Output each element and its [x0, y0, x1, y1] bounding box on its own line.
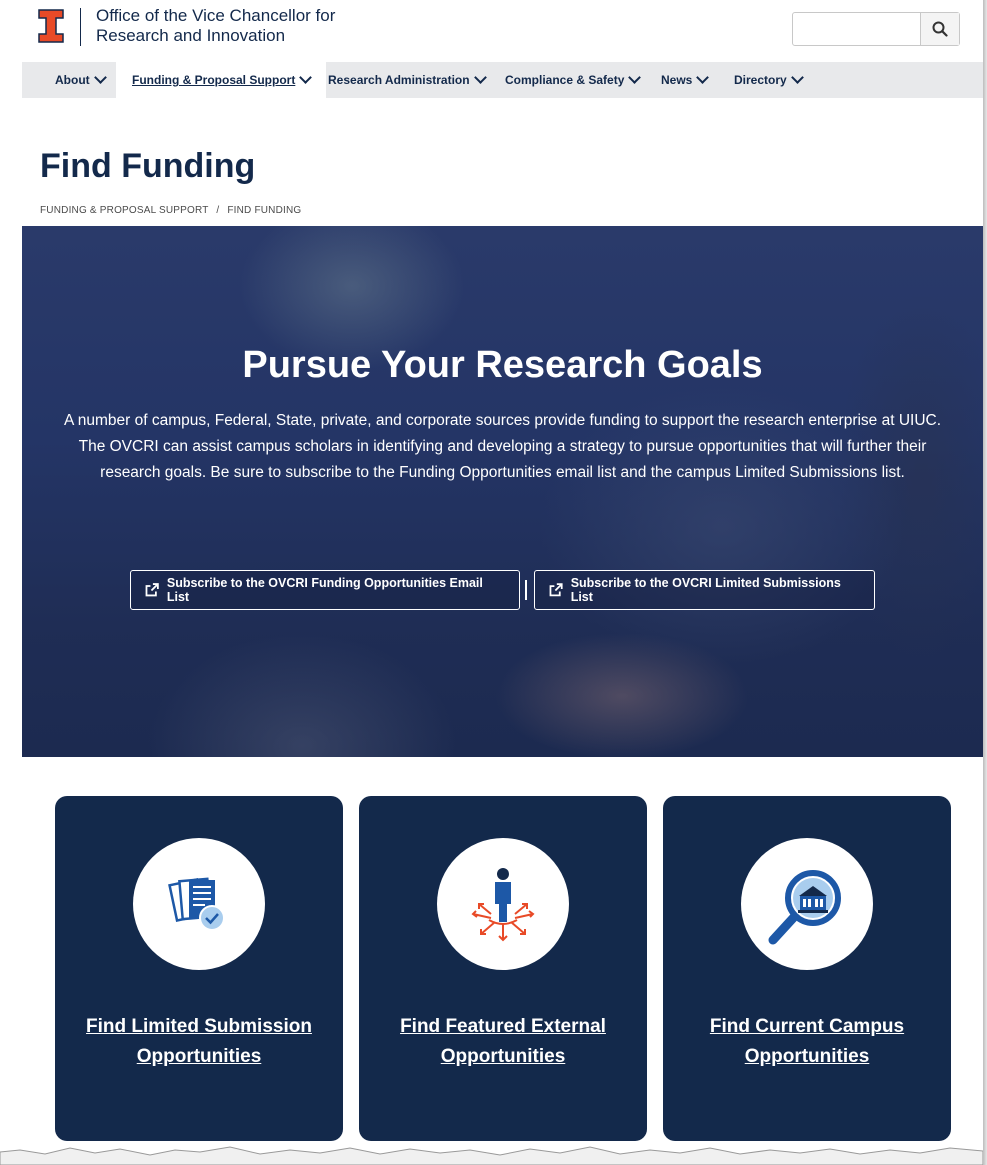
- card-icon-circle: [133, 838, 265, 970]
- breadcrumb-separator: /: [216, 205, 220, 216]
- page-title: Find Funding: [40, 147, 256, 185]
- search-button[interactable]: [920, 13, 959, 45]
- documents-check-icon: [168, 877, 225, 931]
- find-featured-external-link[interactable]: Find Featured External Opportunities: [379, 1012, 627, 1072]
- site-title-line1[interactable]: Office of the Vice Chancellor for: [96, 6, 335, 26]
- hero-text: A number of campus, Federal, State, priv…: [63, 412, 942, 481]
- subscribe-funding-label: Subscribe to the OVCRI Funding Opportuni…: [166, 576, 483, 604]
- chevron-down-icon: [790, 71, 804, 84]
- card-limited-submission[interactable]: Find Limited Submission Opportunities: [55, 796, 343, 1141]
- card-featured-external[interactable]: Find Featured External Opportunities: [359, 796, 647, 1141]
- torn-edge: [0, 1146, 983, 1165]
- hero-banner: Pursue Your Research Goals A number of c…: [22, 226, 983, 757]
- nav-item-directory[interactable]: Directory: [734, 62, 804, 98]
- card-current-campus[interactable]: Find Current Campus Opportunities: [663, 796, 951, 1141]
- subscribe-limited-submissions-button[interactable]: Subscribe to the OVCRI Limited Submissio…: [534, 570, 875, 610]
- site-title[interactable]: Office of the Vice Chancellor for Resear…: [96, 6, 335, 46]
- magnifier-building-icon: [768, 870, 841, 945]
- breadcrumb-parent-link[interactable]: FUNDING & PROPOSAL SUPPORT: [40, 205, 208, 216]
- nav-item-compliance[interactable]: Compliance & Safety: [505, 62, 642, 98]
- card-icon-circle: [437, 838, 569, 970]
- chevron-down-icon: [473, 71, 487, 84]
- button-separator: [525, 580, 527, 600]
- nav-item-label: News: [661, 73, 693, 87]
- block-i-logo-icon[interactable]: [38, 9, 64, 43]
- nav-item-label: Funding & Proposal Support: [132, 73, 296, 87]
- nav-item-funding[interactable]: Funding & Proposal Support: [116, 62, 327, 98]
- main-nav: About Funding & Proposal Support Researc…: [22, 62, 983, 98]
- find-current-campus-link[interactable]: Find Current Campus Opportunities: [683, 1012, 931, 1072]
- nav-item-news[interactable]: News: [661, 62, 710, 98]
- find-limited-submission-link[interactable]: Find Limited Submission Opportunities: [75, 1012, 323, 1072]
- chevron-down-icon: [299, 71, 313, 84]
- page: Office of the Vice Chancellor for Resear…: [0, 0, 983, 1165]
- chevron-down-icon: [93, 71, 107, 84]
- nav-item-label: About: [55, 73, 90, 87]
- nav-item-about[interactable]: About: [55, 62, 107, 98]
- breadcrumb-current: FIND FUNDING: [227, 205, 302, 216]
- page-shadow: [983, 0, 987, 1165]
- chevron-down-icon: [696, 71, 710, 84]
- card-icon-circle: [741, 838, 873, 970]
- logo-divider: [80, 8, 81, 46]
- nav-item-label: Directory: [734, 73, 787, 87]
- search-icon: [932, 21, 948, 37]
- chevron-down-icon: [628, 71, 642, 84]
- nav-item-label: Research Administration: [328, 73, 470, 87]
- subscribe-limited-label: Subscribe to the OVCRI Limited Submissio…: [570, 576, 841, 604]
- site-title-line2[interactable]: Research and Innovation: [96, 26, 335, 46]
- breadcrumb: FUNDING & PROPOSAL SUPPORT / FIND FUNDIN…: [40, 205, 301, 216]
- external-link-icon: [145, 583, 159, 597]
- nav-item-label: Compliance & Safety: [505, 73, 625, 87]
- subscribe-funding-opportunities-button[interactable]: Subscribe to the OVCRI Funding Opportuni…: [130, 570, 520, 610]
- hero-title: Pursue Your Research Goals: [242, 344, 763, 386]
- nav-item-research-administration[interactable]: Research Administration: [328, 62, 487, 98]
- search-box: [792, 12, 960, 46]
- external-link-icon: [549, 583, 563, 597]
- site-header: Office of the Vice Chancellor for Resear…: [0, 0, 983, 62]
- person-arrows-icon: [471, 868, 535, 942]
- search-input[interactable]: [793, 13, 921, 45]
